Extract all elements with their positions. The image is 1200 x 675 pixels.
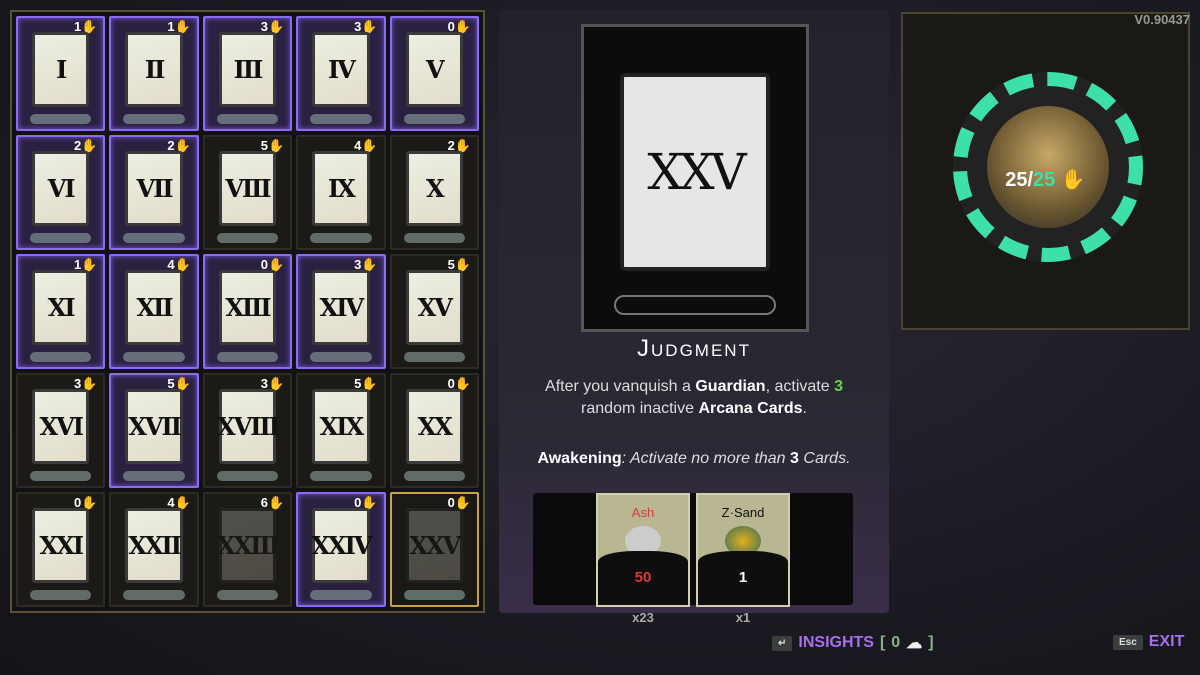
arcana-card[interactable]: 3✋ XIV [296,254,386,369]
resource-zsand: Z·Sand 1 [696,493,790,607]
arcana-card[interactable]: 3✋ III [202,16,293,131]
cloud-icon: ☁ [906,635,923,652]
esc-key-icon: Esc [1113,634,1143,650]
card-numeral: XX [405,389,463,464]
card-script-band [310,352,372,362]
unlock-cost: Ash 50 x23 Z·Sand 1 x1 [533,493,853,625]
arcana-card[interactable]: 6✋ XXIII [202,492,293,607]
arcana-card[interactable]: 5✋ VIII [202,135,293,250]
card-numeral: XXI [32,508,90,583]
arcana-card[interactable]: 4✋ XXII [109,492,199,607]
card-numeral: V [405,32,463,107]
selected-card-art: XXV [581,24,809,332]
card-script-band [30,471,92,481]
zsand-owned: x1 [735,610,751,625]
arcana-card[interactable]: 0✋ XIII [202,254,293,369]
card-numeral: XI [32,270,90,345]
arcana-card[interactable]: 5✋ XV [389,254,479,369]
arcana-card[interactable]: 2✋ X [389,135,479,250]
arcana-card[interactable]: 0✋ XXIV [296,492,386,607]
card-script-band [403,590,465,600]
card-numeral: XII [125,270,183,345]
card-numeral: I [32,32,90,107]
arcana-card[interactable]: 1✋ XI [16,254,106,369]
card-numeral: XXIV [311,508,372,583]
ash-owned: x23 [632,610,654,625]
card-numeral: XIX [312,389,370,464]
card-numeral: XIII [218,270,277,345]
card-numeral: XXII [125,508,183,583]
arcana-card[interactable]: 2✋ VII [109,135,199,250]
arcana-card[interactable]: 0✋ V [389,16,479,131]
resource-ash: Ash 50 [596,493,690,607]
card-numeral: XV [405,270,463,345]
card-script-band [30,352,92,362]
arcana-card[interactable]: 0✋ XX [389,373,479,488]
arcana-card[interactable]: 2✋ VI [16,135,106,250]
card-script-band [30,590,92,600]
card-numeral: VIII [218,151,277,226]
card-numeral: XXV [405,508,463,583]
card-numeral: II [125,32,183,107]
card-script-band [216,114,279,124]
arcana-card[interactable]: 0✋ XXI [16,492,106,607]
card-numeral: IX [312,151,370,226]
insights-button[interactable]: ↵ INSIGHTS [0 ☁] [772,633,934,653]
card-numeral: IV [312,32,370,107]
version-label: V0.90437 [1134,12,1190,27]
card-description: After you vanquish a Guardian, activate … [545,378,843,417]
arcana-card[interactable]: 3✋ IV [296,16,386,131]
card-script-band [123,590,185,600]
card-script-band [123,114,185,124]
card-script-band [30,114,92,124]
card-script-band [216,471,279,481]
card-numeral: VII [125,151,183,226]
card-script-band [403,114,465,124]
card-numeral: XXIII [217,508,280,583]
card-detail-panel: XXV Judgment After you vanquish a Guardi… [499,10,889,625]
awakening-text: Awakening: Activate no more than 3 Cards… [537,450,851,467]
card-numeral: VI [32,151,90,226]
exit-button[interactable]: Esc EXIT [1113,633,1184,651]
arcana-card[interactable]: 5✋ XVII [109,373,199,488]
card-numeral: XVI [32,389,90,464]
enter-key-icon: ↵ [772,635,793,651]
card-numeral: X [405,151,463,226]
card-script-band [123,471,185,481]
card-title: Judgment [637,335,751,362]
grasp-counter: 25/25 ✋ [1005,169,1086,191]
card-numeral: III [218,32,277,107]
card-script-band [216,590,279,600]
card-script-band [403,471,465,481]
arcana-card[interactable]: 3✋ XVIII [202,373,293,488]
card-script-band [30,233,92,243]
arcana-card[interactable]: 4✋ XII [109,254,199,369]
card-numeral: XVIII [217,389,280,464]
card-script-band [614,295,776,315]
card-script-band [123,233,185,243]
card-script-band [310,233,372,243]
card-script-band [310,114,372,124]
arcana-card-grid: 1✋ I 1✋ II 3✋ III 3✋ IV 0✋ V 2✋ VI 2✋ VII 5✋ VIII 4✋ IX 2✋… [10,10,485,613]
card-script-band [403,352,465,362]
arcana-card[interactable]: 1✋ II [109,16,199,131]
card-script-band [310,590,372,600]
card-script-band [216,233,279,243]
player-panel: 25/25 ✋ [901,12,1190,330]
card-numeral: XVII [125,389,183,464]
card-script-band [310,471,372,481]
arcana-card[interactable]: 4✋ IX [296,135,386,250]
arcana-card[interactable]: 3✋ XVI [16,373,106,488]
arcana-card[interactable]: 0✋ XXV [389,492,479,607]
card-numeral: XIV [312,270,370,345]
arcana-card[interactable]: 5✋ XIX [296,373,386,488]
arcana-card[interactable]: 1✋ I [16,16,106,131]
card-script-band [216,352,279,362]
card-numeral: XXV [620,73,770,271]
card-script-band [123,352,185,362]
card-script-band [403,233,465,243]
